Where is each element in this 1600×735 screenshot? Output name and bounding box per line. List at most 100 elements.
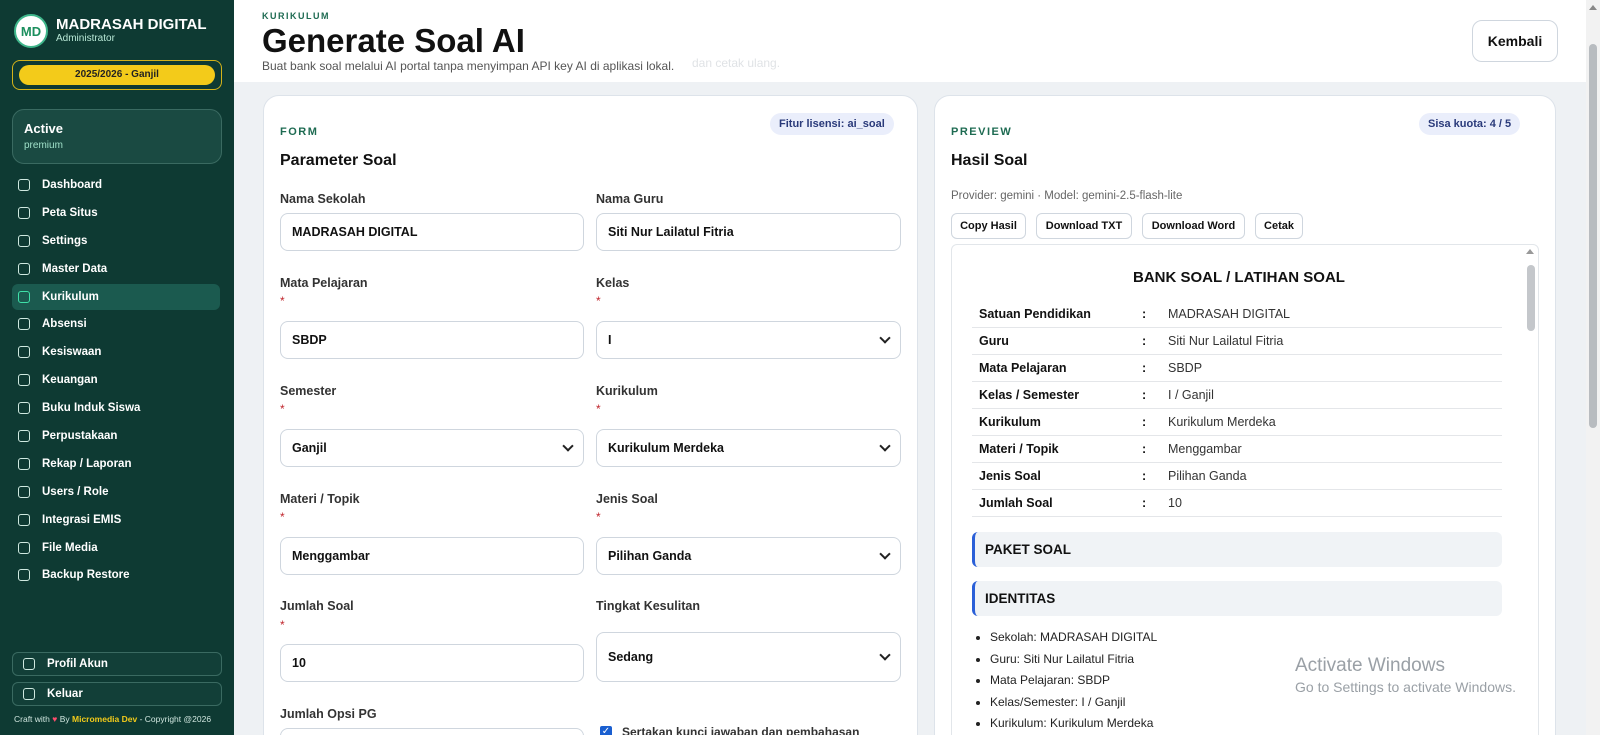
sidebar-item-label: Perpustakaan bbox=[42, 430, 118, 443]
sidebar-item-peta-situs[interactable]: Peta Situs bbox=[12, 200, 220, 226]
identity-list: Sekolah: MADRASAH DIGITAL Guru: Siti Nur… bbox=[990, 627, 1157, 735]
question-type-label: Jenis Soal bbox=[596, 492, 658, 506]
page-title: Generate Soal AI bbox=[262, 22, 525, 59]
link-icon bbox=[18, 513, 30, 526]
brand: MD MADRASAH DIGITAL Administrator bbox=[14, 14, 207, 48]
question-type-select[interactable]: Pilihan Ganda bbox=[596, 537, 901, 575]
topic-value: Menggambar bbox=[292, 549, 370, 563]
sidebar-item-label: Settings bbox=[42, 234, 88, 247]
page-scrollbar[interactable] bbox=[1586, 0, 1600, 735]
sidebar-item-kesiswaan[interactable]: Kesiswaan bbox=[12, 339, 220, 365]
curriculum-value: Kurikulum Merdeka bbox=[608, 441, 725, 455]
subject-input[interactable]: SBDP bbox=[280, 321, 584, 359]
curriculum-select[interactable]: Kurikulum Merdeka bbox=[596, 429, 901, 467]
print-button[interactable]: Cetak bbox=[1255, 213, 1303, 239]
class-value: I bbox=[608, 333, 612, 347]
question-type-value: Pilihan Ganda bbox=[608, 549, 692, 563]
info-value: SBDP bbox=[1168, 361, 1203, 375]
copy-button[interactable]: Copy Hasil bbox=[951, 213, 1026, 239]
provider-info: Provider: gemini · Model: gemini-2.5-fla… bbox=[951, 190, 1183, 202]
sidebar-item-file-media[interactable]: File Media bbox=[12, 535, 220, 561]
document-scrollbar[interactable] bbox=[1524, 245, 1538, 735]
back-button[interactable]: Kembali bbox=[1472, 20, 1558, 62]
question-count-value: 10 bbox=[292, 656, 306, 670]
info-row: Guru: Siti Nur Lailatul Fitria bbox=[972, 328, 1502, 355]
question-count-label: Jumlah Soal bbox=[280, 599, 354, 613]
footer-by: By bbox=[59, 714, 70, 724]
info-key: Guru bbox=[979, 334, 1009, 348]
sidebar-item-absensi[interactable]: Absensi bbox=[12, 311, 220, 337]
info-key: Materi / Topik bbox=[979, 442, 1059, 456]
sidebar-item-backup[interactable]: Backup Restore bbox=[12, 562, 220, 588]
license-status: Active bbox=[24, 121, 64, 136]
sidebar-item-users[interactable]: Users / Role bbox=[12, 479, 220, 505]
document-title: BANK SOAL / LATIHAN SOAL bbox=[1133, 269, 1345, 286]
option-count-select[interactable] bbox=[280, 728, 584, 735]
info-value: 10 bbox=[1168, 496, 1182, 510]
card-title: Hasil Soal bbox=[951, 152, 1028, 169]
license-plan: premium bbox=[24, 140, 63, 151]
sidebar-item-master-data[interactable]: Master Data bbox=[12, 256, 220, 282]
info-row: Kurikulum: Kurikulum Merdeka bbox=[972, 409, 1502, 436]
sidebar-item-kurikulum[interactable]: Kurikulum bbox=[12, 283, 220, 310]
chart-icon bbox=[18, 457, 30, 470]
watermark-subtitle: Go to Settings to activate Windows. bbox=[1295, 679, 1516, 695]
download-word-button[interactable]: Download Word bbox=[1142, 213, 1245, 239]
difficulty-select[interactable]: Sedang bbox=[596, 632, 901, 682]
chevron-down-icon bbox=[562, 440, 574, 452]
info-key: Kurikulum bbox=[979, 415, 1041, 429]
academic-year-selector[interactable]: 2025/2026 - Ganjil bbox=[12, 60, 222, 90]
sidebar-item-label: Dashboard bbox=[42, 179, 103, 191]
question-count-input[interactable]: 10 bbox=[280, 644, 584, 682]
page-subtitle: Buat bank soal melalui AI portal tanpa m… bbox=[262, 59, 675, 73]
media-icon bbox=[18, 541, 30, 554]
required-mark: * bbox=[280, 510, 285, 524]
info-key: Kelas / Semester bbox=[979, 388, 1080, 402]
scroll-up-icon[interactable] bbox=[1526, 249, 1534, 254]
faded-text: dan cetak ulang. bbox=[692, 56, 781, 70]
school-name-input[interactable]: MADRASAH DIGITAL bbox=[280, 213, 584, 251]
semester-select[interactable]: Ganjil bbox=[280, 429, 584, 467]
topic-input[interactable]: Menggambar bbox=[280, 537, 584, 575]
semester-value: Ganjil bbox=[292, 441, 327, 455]
info-value: MADRASAH DIGITAL bbox=[1168, 307, 1291, 321]
sidebar-item-label: Rekap / Laporan bbox=[42, 457, 132, 470]
list-item: Kurikulum: Kurikulum Merdeka bbox=[990, 713, 1157, 735]
section-heading: IDENTITAS bbox=[972, 581, 1502, 616]
info-key: Jumlah Soal bbox=[979, 496, 1053, 510]
info-colon: : bbox=[1142, 415, 1147, 429]
profile-button[interactable]: Profil Akun bbox=[12, 652, 222, 676]
answer-key-checkbox[interactable]: ✓ bbox=[600, 726, 612, 735]
download-txt-button[interactable]: Download TXT bbox=[1036, 213, 1132, 239]
sidebar-item-keuangan[interactable]: Keuangan bbox=[12, 367, 220, 393]
form-card: FORM Fitur lisensi: ai_soal Parameter So… bbox=[263, 95, 918, 735]
students-icon bbox=[18, 346, 30, 359]
info-colon: : bbox=[1142, 307, 1147, 321]
scroll-thumb[interactable] bbox=[1527, 265, 1535, 331]
user-role: Administrator bbox=[56, 33, 115, 44]
sidebar-item-perpustakaan[interactable]: Perpustakaan bbox=[12, 423, 220, 449]
sidebar-footer: Craft with ♥ By Micromedia Dev - Copyrig… bbox=[14, 714, 211, 724]
class-select[interactable]: I bbox=[596, 321, 901, 359]
semester-label: Semester bbox=[280, 384, 337, 398]
logout-button[interactable]: Keluar bbox=[12, 682, 222, 706]
info-colon: : bbox=[1142, 361, 1147, 375]
required-mark: * bbox=[280, 402, 285, 416]
sidebar-item-settings[interactable]: Settings bbox=[12, 228, 220, 254]
sidebar-item-label: Peta Situs bbox=[42, 206, 98, 219]
logout-label: Keluar bbox=[47, 688, 83, 700]
sidebar-item-buku-induk[interactable]: Buku Induk Siswa bbox=[12, 395, 220, 421]
quota-badge: Sisa kuota: 4 / 5 bbox=[1419, 113, 1521, 135]
page-scroll-thumb[interactable] bbox=[1589, 44, 1597, 428]
option-count-label: Jumlah Opsi PG bbox=[280, 707, 377, 721]
sidebar-item-label: Kesiswaan bbox=[42, 346, 102, 359]
info-colon: : bbox=[1142, 496, 1147, 510]
teacher-name-input[interactable]: Siti Nur Lailatul Fitria bbox=[596, 213, 901, 251]
sidebar-item-rekap[interactable]: Rekap / Laporan bbox=[12, 451, 220, 477]
brand-name: MADRASAH DIGITAL bbox=[56, 16, 207, 33]
sidebar-item-dashboard[interactable]: Dashboard bbox=[12, 172, 220, 198]
sidebar-item-emis[interactable]: Integrasi EMIS bbox=[12, 507, 220, 533]
footer-dev-link[interactable]: Micromedia Dev bbox=[72, 714, 137, 724]
scroll-up-icon[interactable] bbox=[1589, 5, 1597, 10]
card-title: Parameter Soal bbox=[280, 152, 397, 169]
